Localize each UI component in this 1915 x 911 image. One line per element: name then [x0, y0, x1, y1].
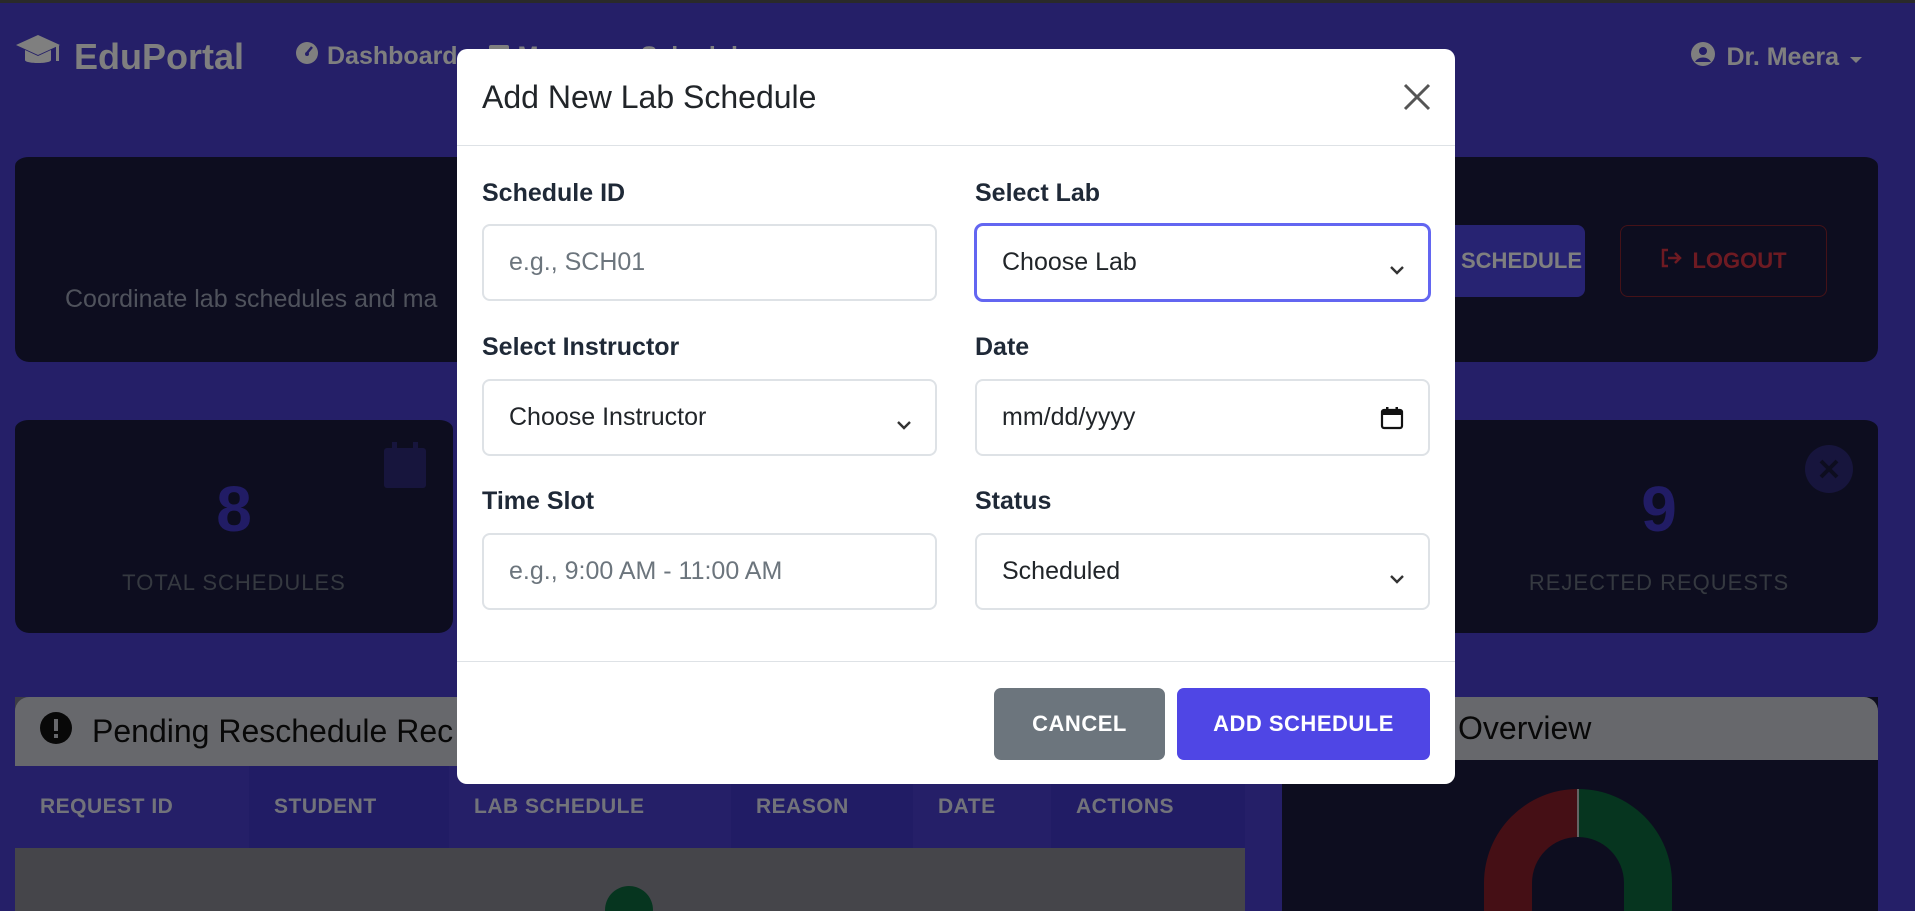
status-select[interactable]: Scheduled [975, 533, 1430, 610]
lab-select-value: Choose Lab [1002, 248, 1137, 276]
select-lab-label: Select Lab [975, 179, 1101, 207]
add-schedule-modal: Add New Lab Schedule Schedule ID e.g., S… [457, 49, 1455, 784]
cancel-button[interactable]: CANCEL [994, 688, 1165, 760]
modal-title: Add New Lab Schedule [482, 79, 817, 115]
modal-footer: CANCEL ADD SCHEDULE [457, 661, 1455, 784]
close-icon [1399, 83, 1435, 119]
date-input[interactable]: mm/dd/yyyy [975, 379, 1430, 456]
status-select-value: Scheduled [1002, 557, 1121, 585]
lab-select[interactable]: Choose Lab [975, 224, 1430, 301]
chevron-down-icon [1388, 254, 1406, 283]
date-label: Date [975, 333, 1030, 361]
instructor-select-value: Choose Instructor [509, 403, 707, 431]
schedule-id-input[interactable]: e.g., SCH01 [482, 224, 937, 301]
date-input-value: mm/dd/yyyy [1002, 403, 1136, 431]
status-label: Status [975, 487, 1052, 515]
calendar-icon[interactable] [1380, 406, 1404, 437]
add-schedule-submit-button[interactable]: ADD SCHEDULE [1177, 688, 1430, 760]
instructor-select[interactable]: Choose Instructor [482, 379, 937, 456]
schedule-id-label: Schedule ID [482, 179, 626, 207]
select-instructor-label: Select Instructor [482, 333, 680, 361]
chevron-down-icon [895, 409, 913, 438]
modal-header: Add New Lab Schedule [457, 49, 1455, 146]
time-slot-label: Time Slot [482, 487, 595, 515]
time-slot-input[interactable]: e.g., 9:00 AM - 11:00 AM [482, 533, 937, 610]
chevron-down-icon [1388, 563, 1406, 592]
close-button[interactable] [1399, 79, 1435, 115]
